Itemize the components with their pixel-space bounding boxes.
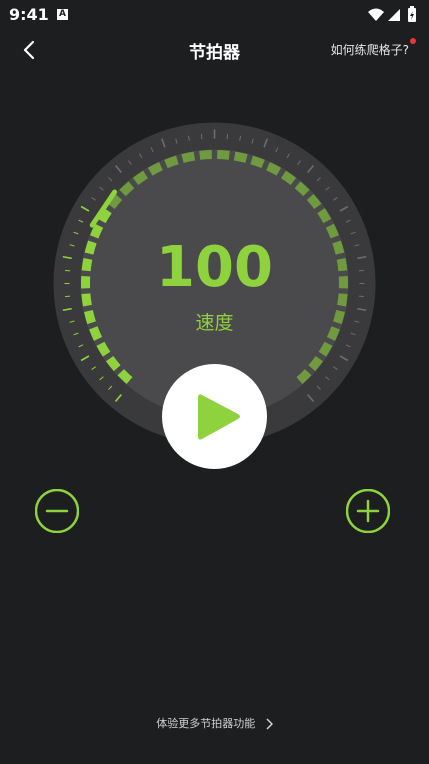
more-features-link[interactable]: 体验更多节拍器功能 <box>0 715 429 731</box>
metronome-screen: 9:41 A 节拍器 如何练爬格子? 100 速度 体验更多节拍器功能 <box>0 0 429 764</box>
app-header: 节拍器 如何练爬格子? <box>0 30 429 70</box>
dial-segment <box>296 369 312 384</box>
status-bar: 9:41 A <box>0 0 429 30</box>
dial-segment <box>119 181 135 197</box>
increase-tempo-button[interactable] <box>346 489 390 533</box>
dial-segment <box>199 150 212 160</box>
dial-segment <box>106 356 121 372</box>
bpm-value: 100 <box>156 235 273 300</box>
wifi-icon <box>368 8 384 21</box>
dial-segment <box>250 155 265 169</box>
more-features-label: 体验更多节拍器功能 <box>156 717 256 730</box>
dial-segment <box>308 356 323 372</box>
status-time: 9:41 <box>9 5 49 24</box>
dial-segment <box>306 193 322 210</box>
dial-segment <box>217 150 230 160</box>
dial-segment <box>294 181 310 197</box>
dial-segment <box>318 341 333 357</box>
dial-segment <box>147 162 163 176</box>
dial-segment <box>181 151 196 163</box>
help-link-label: 如何练爬格子? <box>330 43 409 57</box>
dial-segment <box>117 369 133 384</box>
status-icons <box>368 6 416 22</box>
dial-segment <box>281 170 297 186</box>
bpm-label: 速度 <box>195 312 234 334</box>
notification-dot <box>410 38 416 44</box>
dial-segment <box>96 341 111 357</box>
help-link[interactable]: 如何练爬格子? <box>330 38 416 58</box>
dial-segment <box>132 170 148 186</box>
signal-icon <box>388 9 400 21</box>
dial-segment <box>164 155 179 169</box>
dial-segment <box>317 208 332 224</box>
play-icon <box>198 394 240 440</box>
battery-icon <box>408 6 416 22</box>
dial-segment <box>233 151 248 163</box>
play-button[interactable] <box>162 364 267 469</box>
sim-icon: A <box>57 9 68 20</box>
dial-segment <box>266 162 282 176</box>
chevron-right-icon <box>266 718 273 730</box>
decrease-tempo-button[interactable] <box>35 489 79 533</box>
